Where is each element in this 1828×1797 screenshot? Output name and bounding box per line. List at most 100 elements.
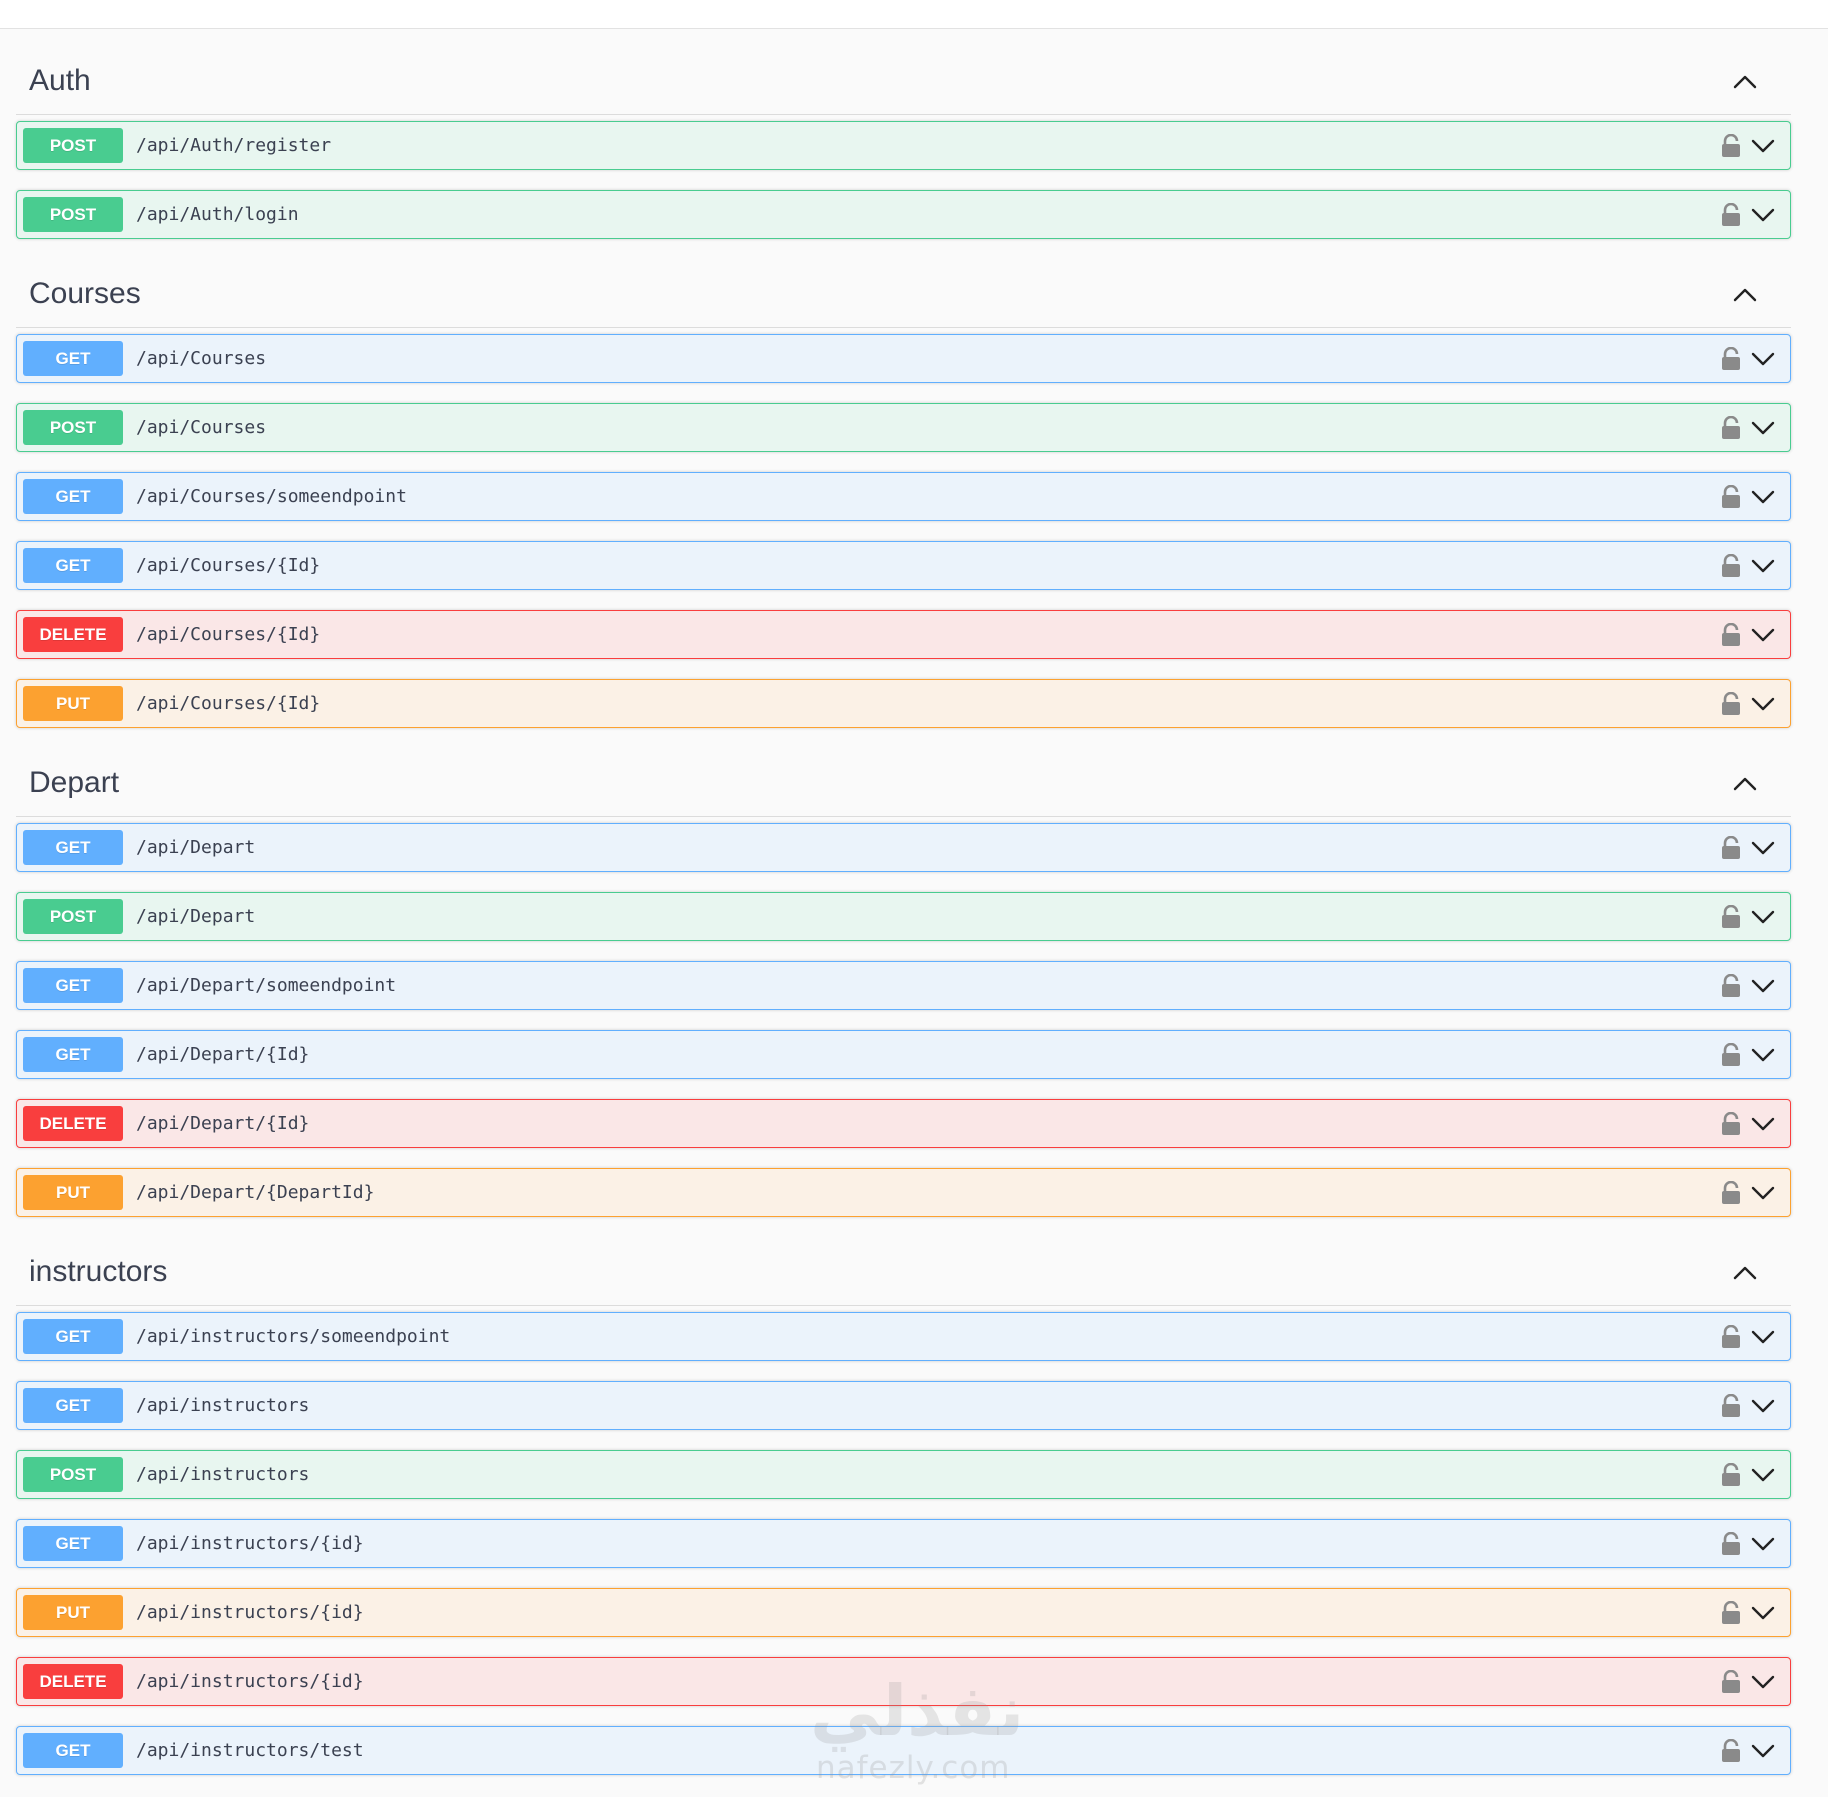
chevron-up-icon[interactable] [1729,66,1761,98]
lock-icon[interactable] [1720,1738,1742,1763]
chevron-down-icon[interactable] [1750,347,1776,371]
operation-path: /api/Depart/{DepartId} [136,1182,375,1203]
operation-row[interactable]: GET/api/Depart/someendpoint [16,961,1791,1010]
section-title: Auth [29,64,91,97]
operation-path: /api/instructors/test [136,1740,364,1761]
operation-path: /api/Courses/{Id} [136,555,321,576]
section-header[interactable]: Auth [16,48,1791,115]
operation-row[interactable]: GET/api/Courses/someendpoint [16,472,1791,521]
chevron-down-icon[interactable] [1750,623,1776,647]
operation-row[interactable]: GET/api/Courses [16,334,1791,383]
chevron-down-icon[interactable] [1750,203,1776,227]
section-header[interactable]: Depart [16,750,1791,817]
operation-row[interactable]: GET/api/Depart/{Id} [16,1030,1791,1079]
method-badge: PUT [23,1175,123,1210]
lock-icon[interactable] [1720,691,1742,716]
lock-icon[interactable] [1720,1111,1742,1136]
operation-row[interactable]: GET/api/instructors [16,1381,1791,1430]
chevron-down-icon[interactable] [1750,134,1776,158]
operation-row[interactable]: DELETE/api/Courses/{Id} [16,610,1791,659]
chevron-down-icon[interactable] [1750,1394,1776,1418]
method-badge: GET [23,479,123,514]
operation-path: /api/instructors/{id} [136,1533,364,1554]
operation-path: /api/instructors/{id} [136,1671,364,1692]
lock-icon[interactable] [1720,1180,1742,1205]
chevron-down-icon[interactable] [1750,974,1776,998]
lock-icon[interactable] [1720,622,1742,647]
operation-row[interactable]: POST/api/Depart [16,892,1791,941]
chevron-down-icon[interactable] [1750,1463,1776,1487]
section-title: Courses [29,277,141,310]
lock-icon[interactable] [1720,415,1742,440]
lock-icon[interactable] [1720,973,1742,998]
chevron-down-icon[interactable] [1750,1601,1776,1625]
operation-path: /api/Auth/register [136,135,332,156]
lock-icon[interactable] [1720,553,1742,578]
chevron-down-icon[interactable] [1750,1532,1776,1556]
operation-row[interactable]: DELETE/api/instructors/{id} [16,1657,1791,1706]
operation-row[interactable]: GET/api/instructors/test [16,1726,1791,1775]
lock-icon[interactable] [1720,1600,1742,1625]
operation-row[interactable]: PUT/api/Courses/{Id} [16,679,1791,728]
lock-icon[interactable] [1720,904,1742,929]
chevron-down-icon[interactable] [1750,1325,1776,1349]
section-auth: Auth POST/api/Auth/register POST/api/Auth/… [16,48,1791,239]
method-badge: DELETE [23,1664,123,1699]
lock-icon[interactable] [1720,1531,1742,1556]
lock-icon[interactable] [1720,1462,1742,1487]
operation-path: /api/instructors/{id} [136,1602,364,1623]
chevron-up-icon[interactable] [1729,768,1761,800]
operation-row[interactable]: GET/api/Courses/{Id} [16,541,1791,590]
method-badge: GET [23,548,123,583]
operation-path: /api/Depart/someendpoint [136,975,397,996]
chevron-down-icon[interactable] [1750,1739,1776,1763]
operation-path: /api/Depart/{Id} [136,1113,310,1134]
method-badge: GET [23,968,123,1003]
chevron-down-icon[interactable] [1750,1181,1776,1205]
lock-icon[interactable] [1720,1669,1742,1694]
chevron-down-icon[interactable] [1750,1043,1776,1067]
section-header[interactable]: Courses [16,261,1791,328]
chevron-down-icon[interactable] [1750,485,1776,509]
lock-icon[interactable] [1720,1324,1742,1349]
method-badge: GET [23,1319,123,1354]
chevron-down-icon[interactable] [1750,836,1776,860]
method-badge: PUT [23,686,123,721]
lock-icon[interactable] [1720,1042,1742,1067]
chevron-down-icon[interactable] [1750,905,1776,929]
operation-path: /api/instructors [136,1395,310,1416]
method-badge: POST [23,1457,123,1492]
operation-path: /api/Depart/{Id} [136,1044,310,1065]
chevron-up-icon[interactable] [1729,1257,1761,1289]
operation-row[interactable]: PUT/api/Depart/{DepartId} [16,1168,1791,1217]
operation-row[interactable]: GET/api/instructors/someendpoint [16,1312,1791,1361]
lock-icon[interactable] [1720,484,1742,509]
chevron-down-icon[interactable] [1750,1670,1776,1694]
operation-row[interactable]: POST/api/Auth/login [16,190,1791,239]
operation-row[interactable]: POST/api/Courses [16,403,1791,452]
operation-row[interactable]: GET/api/instructors/{id} [16,1519,1791,1568]
section-header[interactable]: instructors [16,1239,1791,1306]
lock-icon[interactable] [1720,346,1742,371]
method-badge: GET [23,1733,123,1768]
section-depart: Depart GET/api/Depart POST/api/Depart GET/a… [16,750,1791,1217]
chevron-up-icon[interactable] [1729,279,1761,311]
chevron-down-icon[interactable] [1750,692,1776,716]
lock-icon[interactable] [1720,202,1742,227]
chevron-down-icon[interactable] [1750,1112,1776,1136]
operation-row[interactable]: POST/api/instructors [16,1450,1791,1499]
operation-row[interactable]: PUT/api/instructors/{id} [16,1588,1791,1637]
operation-path: /api/Depart [136,837,256,858]
operation-row[interactable]: DELETE/api/Depart/{Id} [16,1099,1791,1148]
method-badge: POST [23,128,123,163]
section-title: instructors [29,1255,168,1288]
lock-icon[interactable] [1720,1393,1742,1418]
operation-row[interactable]: GET/api/Depart [16,823,1791,872]
chevron-down-icon[interactable] [1750,554,1776,578]
method-badge: DELETE [23,1106,123,1141]
lock-icon[interactable] [1720,835,1742,860]
operation-row[interactable]: POST/api/Auth/register [16,121,1791,170]
chevron-down-icon[interactable] [1750,416,1776,440]
lock-icon[interactable] [1720,133,1742,158]
operation-path: /api/Courses [136,348,267,369]
